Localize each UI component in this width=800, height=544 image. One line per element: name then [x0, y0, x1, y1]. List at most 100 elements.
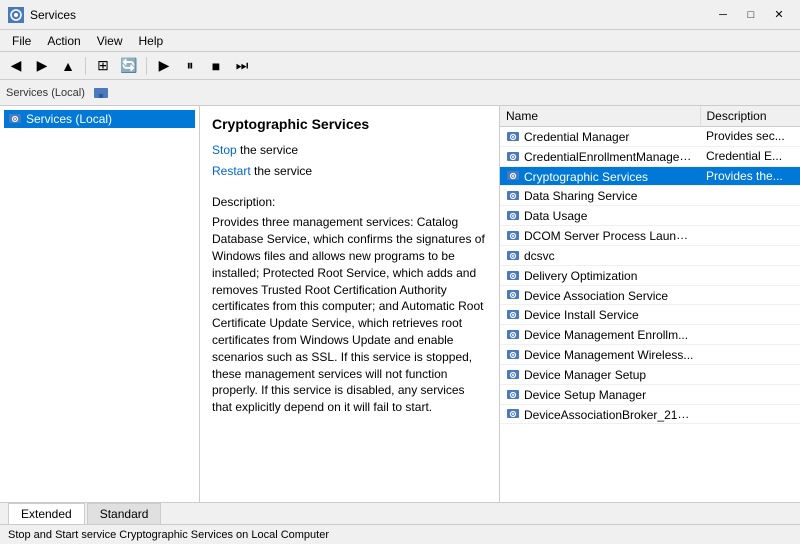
table-row[interactable]: Data UsageRunningManual (Trigg...Local S…	[500, 206, 800, 226]
restart-link[interactable]: Restart	[212, 164, 251, 178]
cell-service-name: DeviceAssociationBroker_214...	[500, 404, 700, 424]
table-row[interactable]: dcsvcManual (Trigg...Local Syster	[500, 245, 800, 265]
pause-button[interactable]: ⏸	[178, 55, 202, 77]
cell-desc	[700, 404, 800, 424]
cell-desc	[700, 206, 800, 226]
menu-help[interactable]: Help	[131, 32, 172, 50]
table-row[interactable]: Cryptographic ServicesProvides the...Run…	[500, 166, 800, 186]
cell-service-name: Device Association Service	[500, 285, 700, 305]
back-button[interactable]: ◀	[4, 55, 28, 77]
table-row[interactable]: Device Management Wireless...Manual (Tri…	[500, 345, 800, 365]
menu-bar: File Action View Help	[0, 30, 800, 52]
table-row[interactable]: DevicePicker_214075ManualLocal Syster	[500, 424, 800, 426]
services-table: Name Description Status Startup Type Log…	[500, 106, 800, 426]
cell-service-name: Device Manager Setup	[500, 364, 700, 384]
maximize-button[interactable]: □	[738, 5, 764, 25]
table-row[interactable]: Delivery OptimizationRunningAutomatic (D…	[500, 265, 800, 285]
tab-extended[interactable]: Extended	[8, 503, 85, 524]
cell-service-name: Device Setup Manager	[500, 384, 700, 404]
address-bar: Services (Local)	[0, 80, 800, 106]
address-icon	[93, 85, 109, 101]
content-area: Cryptographic Services Stop the service …	[200, 106, 800, 502]
table-row[interactable]: Device Management Enrollm...ManualLocal …	[500, 325, 800, 345]
col-name[interactable]: Name	[500, 106, 700, 127]
cell-service-name: DCOM Server Process Launch...	[500, 226, 700, 246]
show-hide-button[interactable]: ⊞	[91, 55, 115, 77]
services-tbody: Credential ManagerProvides sec...Running…	[500, 127, 800, 427]
cell-desc	[700, 364, 800, 384]
table-row[interactable]: Device Manager SetupManual (Trigg...Loca…	[500, 364, 800, 384]
forward-button[interactable]: ▶	[30, 55, 54, 77]
cell-desc	[700, 424, 800, 426]
restart-button[interactable]: ⏭	[230, 55, 254, 77]
cell-service-name: CredentialEnrollmentManagerUserSvc_...	[500, 146, 700, 166]
table-row[interactable]: Data Sharing ServiceManual (Trigg...Loca…	[500, 186, 800, 206]
table-row[interactable]: DCOM Server Process Launch...RunningAuto…	[500, 226, 800, 246]
table-row[interactable]: Device Install ServiceManual (Trigg...Lo…	[500, 305, 800, 325]
cell-service-name: DevicePicker_214075	[500, 424, 700, 426]
cell-service-name: Delivery Optimization	[500, 265, 700, 285]
tree-item-services-local[interactable]: Services (Local)	[4, 110, 195, 128]
minimize-button[interactable]: ─	[710, 5, 736, 25]
description-label: Description:	[212, 194, 487, 211]
cell-desc	[700, 345, 800, 365]
tab-standard[interactable]: Standard	[87, 503, 162, 524]
menu-file[interactable]: File	[4, 32, 39, 50]
restart-line-text: the service	[254, 164, 312, 178]
table-row[interactable]: Credential ManagerProvides sec...Running…	[500, 127, 800, 147]
right-panel: Name Description Status Startup Type Log…	[500, 106, 800, 502]
close-button[interactable]: ✕	[766, 5, 792, 25]
services-scroll[interactable]: Name Description Status Startup Type Log…	[500, 106, 800, 426]
cell-service-name: Data Usage	[500, 206, 700, 226]
table-header-row: Name Description Status Startup Type Log…	[500, 106, 800, 127]
status-bar: Stop and Start service Cryptographic Ser…	[0, 524, 800, 544]
cell-desc: Provides the...	[700, 166, 800, 186]
cell-service-name: Credential Manager	[500, 127, 700, 147]
cell-desc	[700, 305, 800, 325]
cell-desc	[700, 265, 800, 285]
cell-desc: Provides sec...	[700, 127, 800, 147]
tree-item-label: Services (Local)	[26, 112, 112, 126]
menu-action[interactable]: Action	[39, 32, 88, 50]
toolbar-separator-2	[146, 57, 147, 75]
cell-service-name: Device Management Enrollm...	[500, 325, 700, 345]
refresh-button[interactable]: 🔄	[117, 55, 141, 77]
cell-desc	[700, 186, 800, 206]
menu-view[interactable]: View	[89, 32, 131, 50]
col-description[interactable]: Description	[700, 106, 800, 127]
stop-button[interactable]: ■	[204, 55, 228, 77]
table-row[interactable]: DeviceAssociationBroker_214...ManualLoca…	[500, 404, 800, 424]
cell-service-name: Data Sharing Service	[500, 186, 700, 206]
title-bar: Services ─ □ ✕	[0, 0, 800, 30]
cell-desc	[700, 226, 800, 246]
play-button[interactable]: ▶	[152, 55, 176, 77]
cell-desc	[700, 285, 800, 305]
cell-service-name: Device Install Service	[500, 305, 700, 325]
stop-line-text: the service	[240, 143, 298, 157]
restart-line: Restart the service	[212, 163, 487, 180]
cell-desc: Credential E...	[700, 146, 800, 166]
toolbar: ◀ ▶ ▲ ⊞ 🔄 ▶ ⏸ ■ ⏭	[0, 52, 800, 80]
cell-desc	[700, 325, 800, 345]
table-row[interactable]: Device Setup ManagerManual (Trigg...Loca…	[500, 384, 800, 404]
app-icon	[8, 7, 24, 23]
table-row[interactable]: Device Association ServiceRunningAutomat…	[500, 285, 800, 305]
cell-service-name: Device Management Wireless...	[500, 345, 700, 365]
tree-nav: Services (Local)	[0, 106, 200, 502]
status-text: Stop and Start service Cryptographic Ser…	[8, 529, 329, 541]
cell-service-name: Cryptographic Services	[500, 166, 700, 186]
main-container: Services (Local) Cryptographic Services …	[0, 106, 800, 502]
description-text: Provides three management services: Cata…	[212, 214, 487, 416]
service-name-heading: Cryptographic Services	[212, 116, 487, 132]
window-title: Services	[30, 8, 710, 22]
cell-desc	[700, 245, 800, 265]
up-button[interactable]: ▲	[56, 55, 80, 77]
stop-link[interactable]: Stop	[212, 143, 237, 157]
window-controls: ─ □ ✕	[710, 5, 792, 25]
tab-bar: Extended Standard	[0, 502, 800, 524]
cell-desc	[700, 384, 800, 404]
left-panel: Cryptographic Services Stop the service …	[200, 106, 500, 502]
table-row[interactable]: CredentialEnrollmentManagerUserSvc_...Cr…	[500, 146, 800, 166]
toolbar-separator-1	[85, 57, 86, 75]
address-label-text: Services (Local)	[6, 87, 85, 99]
